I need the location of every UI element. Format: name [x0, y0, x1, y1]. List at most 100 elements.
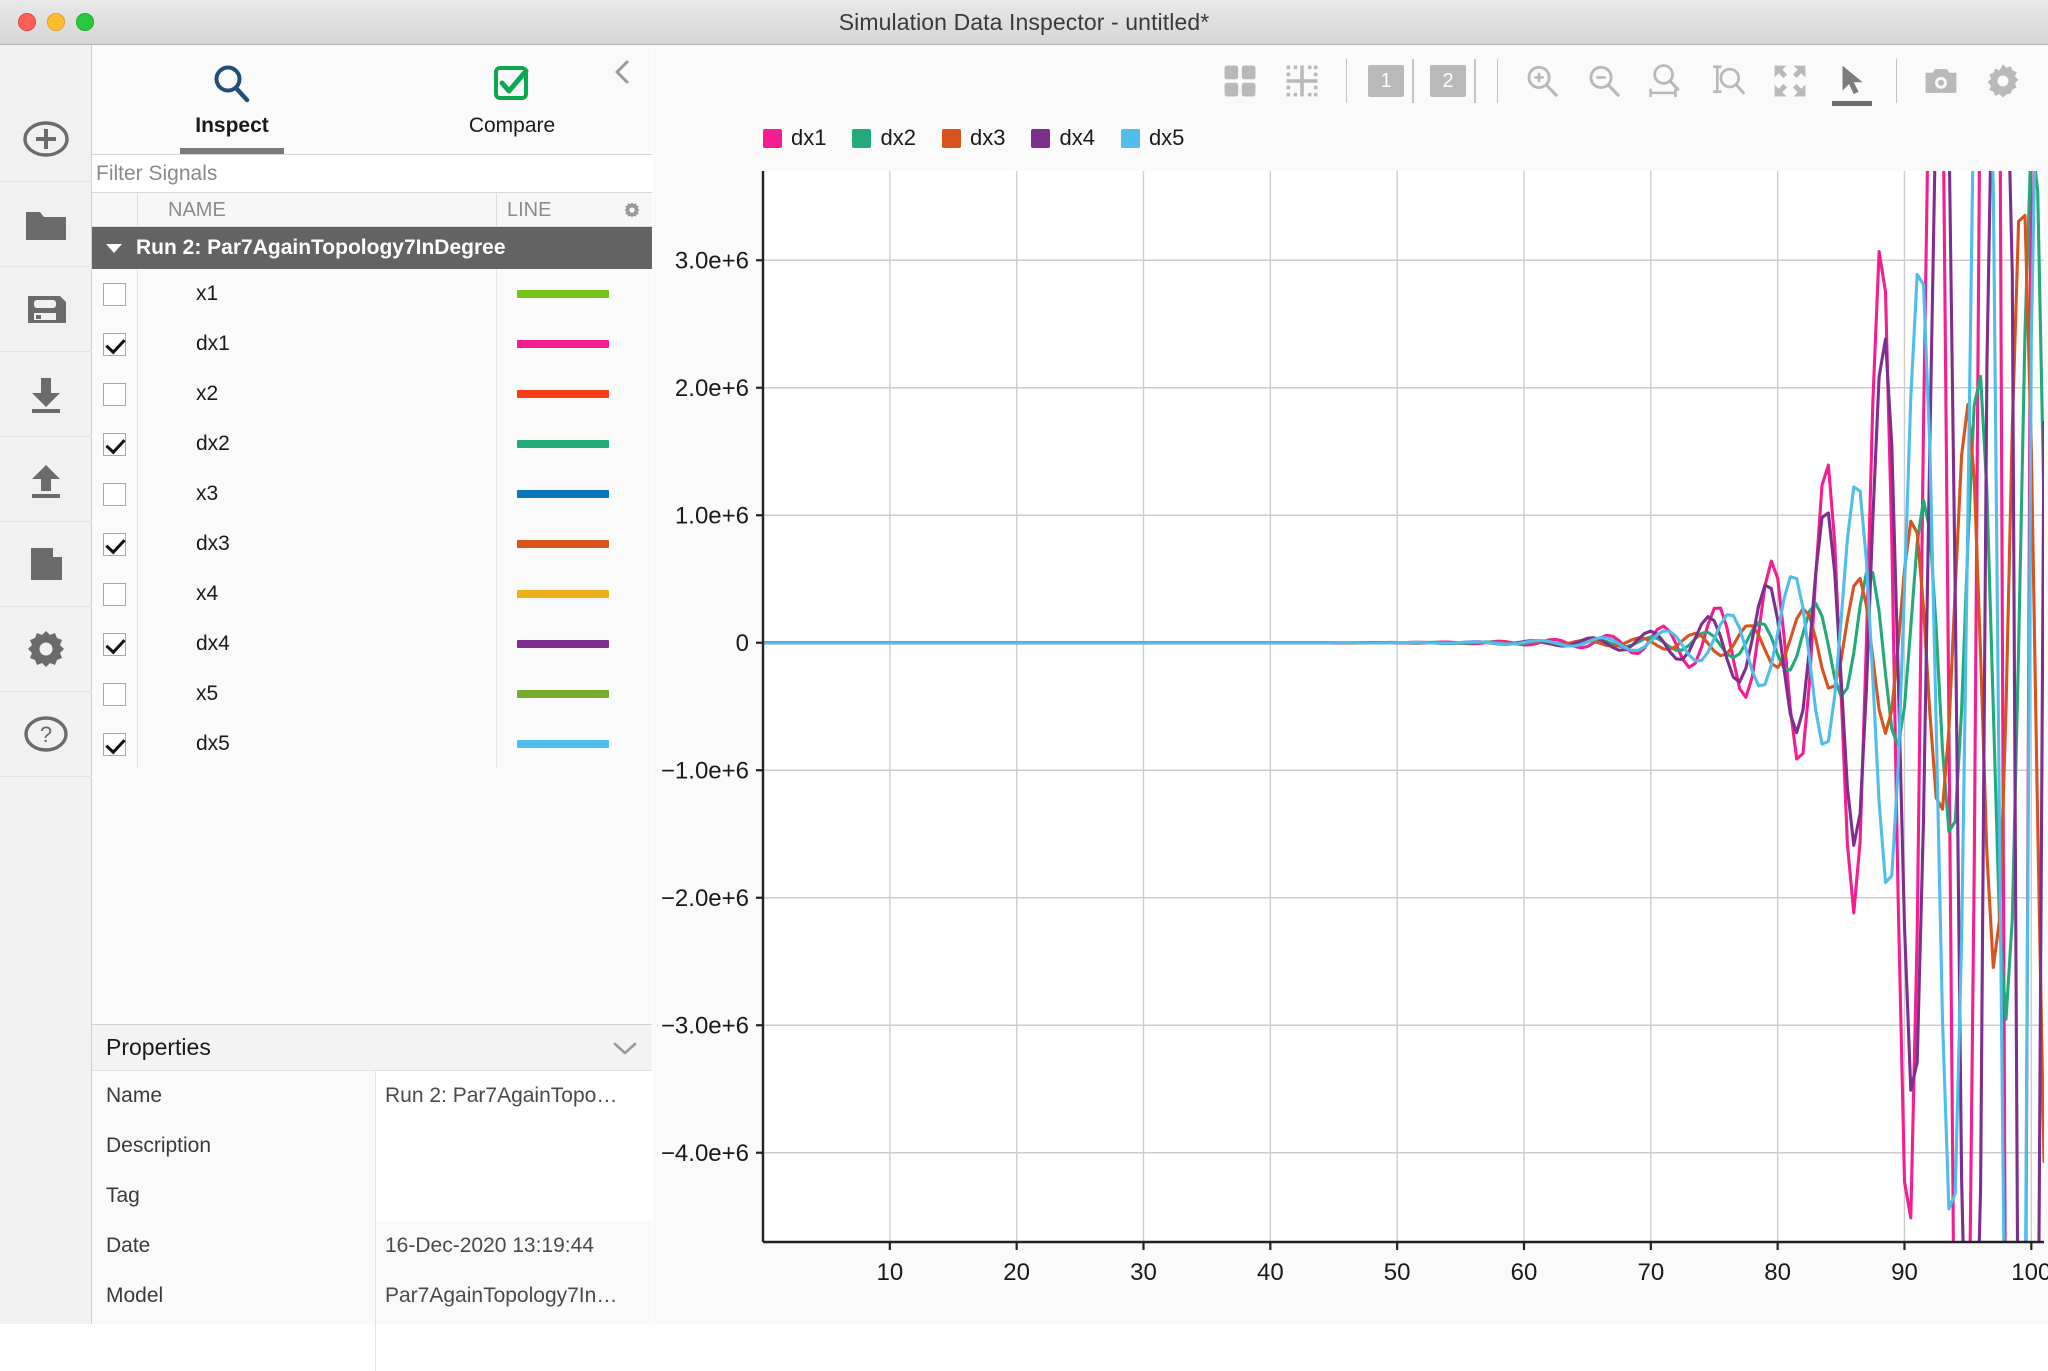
toolbar-subplot-layout-button[interactable]	[1209, 50, 1271, 112]
fit-to-view-icon	[1771, 62, 1809, 100]
signal-row[interactable]: dx4	[92, 619, 652, 669]
signal-row[interactable]: x4	[92, 569, 652, 619]
signal-checkbox-cell[interactable]	[92, 619, 138, 669]
properties-row[interactable]: NameRun 2: Par7AgainTopo…	[92, 1071, 652, 1121]
rail-export-button[interactable]	[0, 437, 92, 522]
toolbar-zoom-in-button[interactable]	[1511, 50, 1573, 112]
toolbar-zoom-out-button[interactable]	[1573, 50, 1635, 112]
plot-mask-bottom	[653, 1243, 2048, 1319]
legend-item[interactable]: dx1	[763, 125, 826, 151]
signal-row[interactable]: x5	[92, 669, 652, 719]
properties-row[interactable]: Description	[92, 1121, 652, 1171]
signal-row[interactable]: dx3	[92, 519, 652, 569]
properties-row[interactable]: ModelPar7AgainTopology7In…	[92, 1271, 652, 1321]
toolbar-select-button[interactable]	[1821, 50, 1883, 112]
signal-checkbox[interactable]	[103, 383, 126, 406]
properties-value[interactable]: 16-Dec-2020 13:19:44	[375, 1234, 652, 1258]
y-tick-label: 2.0e+6	[675, 375, 749, 402]
signal-checkbox[interactable]	[103, 633, 126, 656]
legend-item[interactable]: dx3	[942, 125, 1005, 151]
signal-checkbox-cell[interactable]	[92, 669, 138, 719]
minimize-window-button[interactable]	[47, 13, 65, 31]
signal-checkbox-cell[interactable]	[92, 719, 138, 769]
toolbar-zoom-y-button[interactable]	[1697, 50, 1759, 112]
signal-list: x1dx1x2dx2x3dx3x4dx4x5dx5	[92, 269, 651, 769]
signal-row[interactable]: dx5	[92, 719, 652, 769]
toolbar-fit-to-view-button[interactable]	[1759, 50, 1821, 112]
legend-item[interactable]: dx2	[852, 125, 915, 151]
signal-color-swatch	[517, 340, 609, 348]
legend-item[interactable]: dx5	[1121, 125, 1184, 151]
rail-new-run-button[interactable]	[0, 97, 92, 182]
rail-save-button[interactable]	[0, 267, 92, 352]
signal-line-cell[interactable]	[497, 469, 652, 519]
signal-row[interactable]: dx1	[92, 319, 652, 369]
signal-line-cell[interactable]	[497, 519, 652, 569]
cursor-2-bar	[1474, 59, 1476, 103]
collapse-panel-button[interactable]	[610, 59, 636, 85]
signal-checkbox[interactable]	[103, 583, 126, 606]
signal-checkbox-cell[interactable]	[92, 469, 138, 519]
signal-line-cell[interactable]	[497, 619, 652, 669]
signal-checkbox-cell[interactable]	[92, 319, 138, 369]
toolbar-cursor-1-button[interactable]: 1	[1360, 50, 1422, 112]
signal-checkbox[interactable]	[103, 683, 126, 706]
signal-checkbox[interactable]	[103, 533, 126, 556]
signal-row[interactable]: x1	[92, 269, 652, 319]
cursor-2-icon: 2	[1430, 59, 1476, 103]
rail-preferences-button[interactable]	[0, 607, 92, 692]
signal-checkbox[interactable]	[103, 433, 126, 456]
signal-checkbox[interactable]	[103, 733, 126, 756]
signal-plot[interactable]: 3.0e+62.0e+61.0e+60−1.0e+6−2.0e+6−3.0e+6…	[653, 159, 2048, 1319]
rail-report-button[interactable]	[0, 522, 92, 607]
rail-import-button[interactable]	[0, 352, 92, 437]
close-window-button[interactable]	[18, 13, 36, 31]
chevron-down-icon[interactable]	[612, 1040, 638, 1056]
toolbar-grid-button[interactable]	[1271, 50, 1333, 112]
signal-line-cell[interactable]	[497, 669, 652, 719]
toolbar-settings-button[interactable]	[1972, 50, 2034, 112]
toolbar-separator-1	[1346, 59, 1347, 103]
properties-value[interactable]: Par7AgainTopology7In…	[375, 1284, 652, 1308]
x-tick-label: 20	[1003, 1259, 1030, 1286]
signal-line-cell[interactable]	[497, 719, 652, 769]
rail-open-button[interactable]	[0, 182, 92, 267]
signal-row[interactable]: x3	[92, 469, 652, 519]
signal-line-cell[interactable]	[497, 319, 652, 369]
maximize-window-button[interactable]	[76, 13, 94, 31]
signal-checkbox[interactable]	[103, 283, 126, 306]
signal-line-cell[interactable]	[497, 569, 652, 619]
signal-checkbox-cell[interactable]	[92, 569, 138, 619]
properties-value[interactable]: Run 2: Par7AgainTopo…	[375, 1084, 652, 1108]
signal-name: dx2	[138, 419, 497, 469]
plot-canvas-wrap[interactable]: 3.0e+62.0e+61.0e+60−1.0e+6−2.0e+6−3.0e+6…	[653, 159, 2048, 1319]
signal-checkbox-cell[interactable]	[92, 419, 138, 469]
signal-line-cell[interactable]	[497, 269, 652, 319]
column-settings-gear-icon[interactable]	[622, 200, 642, 220]
signal-checkbox-cell[interactable]	[92, 519, 138, 569]
signal-line-cell[interactable]	[497, 369, 652, 419]
filter-signals-input[interactable]	[96, 162, 636, 186]
signal-checkbox-cell[interactable]	[92, 369, 138, 419]
run-expand-caret-icon[interactable]	[106, 244, 122, 253]
toolbar-cursor-2-button[interactable]: 2	[1422, 50, 1484, 112]
signal-checkbox[interactable]	[103, 333, 126, 356]
run-group-row[interactable]: Run 2: Par7AgainTopology7InDegree	[92, 227, 652, 269]
signal-checkbox-cell[interactable]	[92, 269, 138, 319]
open-folder-icon	[22, 200, 70, 248]
legend-item[interactable]: dx4	[1031, 125, 1094, 151]
toolbar-zoom-x-button[interactable]	[1635, 50, 1697, 112]
signal-row[interactable]: x2	[92, 369, 652, 419]
toolbar-snapshot-button[interactable]	[1910, 50, 1972, 112]
properties-header[interactable]: Properties	[92, 1025, 652, 1071]
signal-checkbox[interactable]	[103, 483, 126, 506]
properties-key: Model	[92, 1284, 375, 1308]
properties-row[interactable]: Tag	[92, 1171, 652, 1221]
window-title-bar: Simulation Data Inspector - untitled*	[0, 0, 2048, 45]
filter-signals-row[interactable]	[92, 155, 652, 193]
signal-line-cell[interactable]	[497, 419, 652, 469]
properties-row[interactable]: Date16-Dec-2020 13:19:44	[92, 1221, 652, 1271]
tab-inspect[interactable]: Inspect	[92, 45, 372, 154]
signal-row[interactable]: dx2	[92, 419, 652, 469]
rail-help-button[interactable]: ?	[0, 692, 92, 777]
